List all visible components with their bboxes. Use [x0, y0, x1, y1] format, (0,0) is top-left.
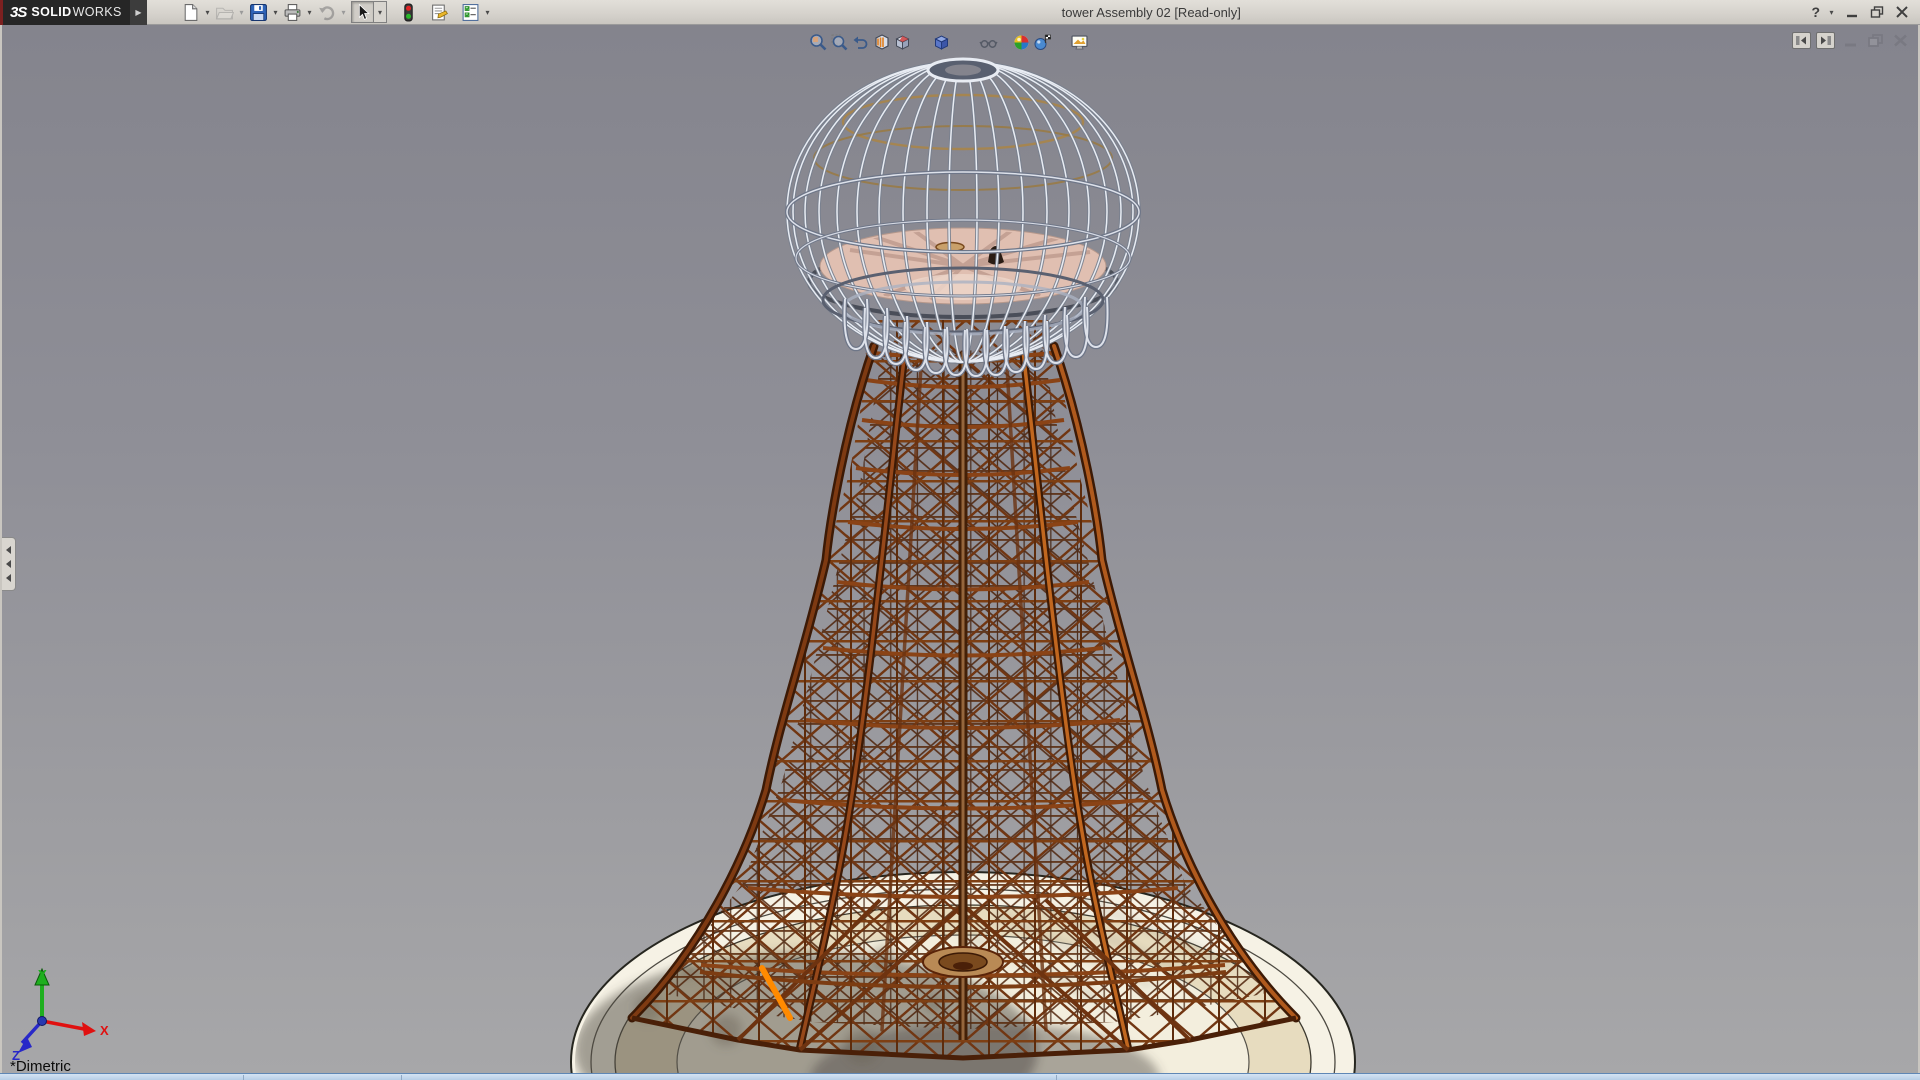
new-dropdown[interactable]: ▾ — [202, 8, 213, 17]
main-toolbar: ▾ ▾ ▾ ▾ — [179, 0, 493, 25]
brand-word-works: WORKS — [73, 5, 122, 19]
expand-right-icon — [1819, 35, 1832, 46]
cursor-arrow-icon — [353, 3, 372, 22]
document-close-button[interactable] — [1890, 33, 1910, 49]
menu-flyout-arrow[interactable]: ▶ — [130, 0, 147, 25]
ds-monogram: 3S — [10, 4, 26, 21]
feature-panel-handle[interactable] — [2, 537, 16, 591]
section-view-button[interactable] — [871, 32, 892, 53]
collapse-arrow-icon — [6, 546, 11, 554]
brand-word-solid: SOLID — [31, 5, 71, 19]
print-button[interactable] — [281, 1, 304, 23]
view-orientation-label: *Dimetric — [10, 1058, 71, 1073]
document-restore-icon — [1868, 34, 1883, 47]
minimize-button[interactable] — [1841, 4, 1862, 20]
appearance-sphere-icon — [1012, 33, 1031, 52]
new-document-button[interactable] — [179, 1, 202, 23]
status-bar-strip — [0, 1073, 1920, 1080]
close-icon — [1895, 6, 1909, 18]
traffic-light-icon — [399, 3, 418, 22]
model-spiral-well — [923, 947, 1003, 977]
zoom-to-fit-icon — [809, 33, 828, 52]
headsup-view-toolbar — [808, 32, 1090, 53]
section-view-icon — [872, 33, 891, 52]
view-settings-icon — [1070, 33, 1089, 52]
previous-view-icon — [851, 33, 870, 52]
triad-x-label: X — [100, 1023, 109, 1038]
help-button[interactable]: ? — [1809, 4, 1822, 20]
file-properties-button[interactable] — [428, 1, 451, 23]
file-properties-icon — [430, 3, 449, 22]
help-dropdown[interactable]: ▾ — [1826, 8, 1837, 17]
select-tool-group: ▾ — [351, 1, 387, 23]
undo-dropdown[interactable]: ▾ — [338, 8, 349, 17]
save-dropdown[interactable]: ▾ — [270, 8, 281, 17]
document-close-icon — [1893, 34, 1908, 47]
hide-show-items-button[interactable] — [978, 32, 999, 53]
rebuild-button[interactable] — [397, 1, 420, 23]
model-lattice-tower — [632, 320, 1296, 1058]
eyeglasses-icon — [979, 33, 998, 52]
view-settings-button[interactable] — [1069, 32, 1090, 53]
document-window-controls — [1792, 32, 1910, 49]
flyout-arrow-icon: ▶ — [135, 8, 141, 17]
display-style-cube-icon — [932, 33, 951, 52]
window-controls: ? ▾ — [1809, 4, 1920, 20]
model-tower-assembly — [0, 25, 1920, 1073]
solidworks-logo: 3S SOLID WORKS — [0, 0, 130, 25]
close-button[interactable] — [1891, 4, 1912, 20]
view-orientation-cube-icon — [893, 33, 912, 52]
collapse-left-pane-button[interactable] — [1792, 32, 1811, 49]
apply-scene-icon — [1033, 33, 1052, 52]
save-floppy-icon — [249, 3, 268, 22]
zoom-to-area-button[interactable] — [829, 32, 850, 53]
undo-icon — [317, 3, 336, 22]
select-tool-button[interactable] — [351, 1, 374, 23]
options-dropdown[interactable]: ▾ — [482, 8, 493, 17]
minimize-icon — [1845, 6, 1859, 18]
open-dropdown[interactable]: ▾ — [236, 8, 247, 17]
open-folder-icon — [215, 3, 234, 22]
apply-scene-button[interactable] — [1032, 32, 1053, 53]
titlebar: 3S SOLID WORKS ▶ ▾ ▾ — [0, 0, 1920, 25]
previous-view-button[interactable] — [850, 32, 871, 53]
zoom-to-fit-button[interactable] — [808, 32, 829, 53]
view-orientation-button[interactable] — [892, 32, 913, 53]
collapse-left-icon — [1795, 35, 1808, 46]
reference-triad[interactable]: Y X Z — [10, 965, 114, 1061]
document-minimize-icon — [1843, 34, 1858, 47]
options-button[interactable] — [459, 1, 482, 23]
open-document-button[interactable] — [213, 1, 236, 23]
select-tool-dropdown[interactable]: ▾ — [374, 1, 387, 23]
save-button[interactable] — [247, 1, 270, 23]
display-style-button[interactable] — [931, 32, 952, 53]
expand-right-pane-button[interactable] — [1816, 32, 1835, 49]
print-dropdown[interactable]: ▾ — [304, 8, 315, 17]
new-document-icon — [181, 3, 200, 22]
status-separator — [243, 1075, 244, 1080]
document-minimize-button[interactable] — [1840, 33, 1860, 49]
restore-button[interactable] — [1866, 4, 1887, 20]
window-title: tower Assembly 02 [Read-only] — [493, 5, 1809, 20]
document-restore-button[interactable] — [1865, 33, 1885, 49]
edit-appearance-button[interactable] — [1011, 32, 1032, 53]
collapse-arrow-icon — [6, 574, 11, 582]
zoom-to-area-icon — [830, 33, 849, 52]
print-icon — [283, 3, 302, 22]
status-separator — [401, 1075, 402, 1080]
graphics-viewport[interactable]: Y X Z *Dimetric — [0, 25, 1920, 1073]
triad-y-label: Y — [38, 967, 47, 982]
collapse-arrow-icon — [6, 560, 11, 568]
undo-button[interactable] — [315, 1, 338, 23]
options-checklist-icon — [461, 3, 480, 22]
status-separator — [1056, 1075, 1057, 1080]
restore-icon — [1870, 6, 1884, 18]
